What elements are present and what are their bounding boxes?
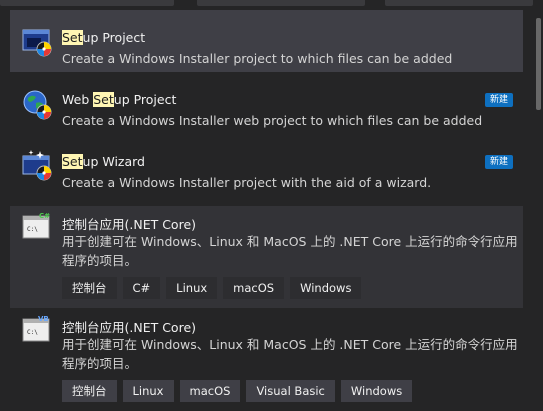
- setup-project-icon: [22, 29, 52, 57]
- template-setup-wizard[interactable]: Setup Wizard Create a Windows Installer …: [10, 134, 523, 196]
- template-title-rest: up Project: [82, 30, 146, 45]
- template-title-rest: up Project: [113, 92, 177, 107]
- template-console-app-csharp[interactable]: C:\ C# 控制台应用(.NET Core) 用于创建可在 Windows、L…: [10, 206, 523, 308]
- tag: Windows: [340, 380, 413, 402]
- tag: macOS: [179, 380, 241, 402]
- template-description: 用于创建可在 Windows、Linux 和 MacOS 上的 .NET Cor…: [62, 337, 518, 371]
- search-match-highlight: Set: [62, 30, 83, 45]
- tag: 控制台: [62, 380, 117, 402]
- template-description: Create a Windows Installer project with …: [62, 175, 432, 190]
- search-match-highlight: Set: [93, 92, 114, 107]
- tag-list: 控制台 C# Linux macOS Windows: [62, 277, 362, 299]
- tag: Linux: [166, 277, 218, 299]
- template-web-setup-project[interactable]: Web Setup Project Create a Windows Insta…: [10, 72, 523, 134]
- search-match-highlight: Set: [62, 154, 83, 169]
- template-description: 用于创建可在 Windows、Linux 和 MacOS 上的 .NET Cor…: [62, 234, 518, 268]
- tag-list: 控制台 Linux macOS Visual Basic Windows: [62, 380, 413, 402]
- setup-wizard-icon: [22, 150, 52, 181]
- console-prompt-text: C:\: [27, 329, 38, 336]
- template-title: 控制台应用(.NET Core): [62, 320, 197, 335]
- tag: Linux: [122, 380, 174, 402]
- tag: Windows: [290, 277, 362, 299]
- csharp-language-label: C#: [39, 212, 50, 220]
- filter-dropdown-1[interactable]: [0, 0, 174, 6]
- tag: C#: [122, 277, 161, 299]
- tag: macOS: [223, 277, 285, 299]
- console-prompt-text: C:\: [27, 226, 38, 233]
- template-console-app-vb[interactable]: C:\ VB 控制台应用(.NET Core) 用于创建可在 Windows、L…: [10, 309, 523, 411]
- console-app-csharp-icon: C:\ C#: [22, 212, 50, 239]
- scrollbar-thumb[interactable]: [536, 18, 541, 110]
- filter-dropdown-3[interactable]: [385, 0, 533, 6]
- template-description: Create a Windows Installer project to wh…: [62, 51, 453, 66]
- tag: Visual Basic: [246, 380, 335, 402]
- web-setup-project-icon: [23, 90, 52, 120]
- new-badge: 新建: [484, 93, 513, 107]
- template-title-rest: up Wizard: [82, 154, 145, 169]
- console-app-vb-icon: C:\ VB: [22, 315, 50, 342]
- template-setup-project[interactable]: Setup Project Create a Windows Installer…: [10, 10, 523, 72]
- template-title: 控制台应用(.NET Core): [62, 217, 197, 232]
- template-title: Setup Project: [62, 30, 145, 45]
- filter-dropdown-2[interactable]: [197, 0, 365, 6]
- template-list: Setup Project Create a Windows Installer…: [0, 10, 533, 411]
- tag: 控制台: [62, 277, 117, 299]
- template-title: Web Setup Project: [62, 92, 176, 107]
- vb-language-label: VB: [38, 315, 49, 323]
- new-badge: 新建: [484, 155, 513, 169]
- template-description: Create a Windows Installer web project t…: [62, 113, 483, 128]
- top-filter-bar: [0, 0, 543, 6]
- vertical-scrollbar[interactable]: [533, 0, 543, 405]
- template-title-before: Web: [62, 92, 94, 107]
- template-title: Setup Wizard: [62, 154, 145, 169]
